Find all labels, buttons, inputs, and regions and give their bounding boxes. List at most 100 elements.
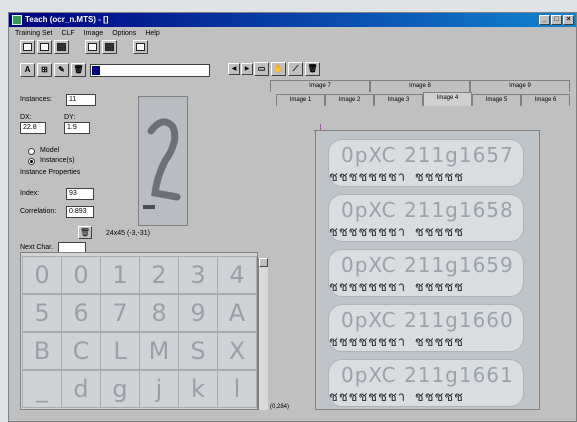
menu-clf[interactable]: CLF [61,28,74,39]
next-char-label: Next Char. [20,244,54,251]
save-icon [57,43,66,51]
tab-image-8[interactable]: Image 8 [370,80,470,92]
tab-image-3[interactable]: Image 3 [374,94,423,106]
dx-field[interactable]: 22.8 [20,122,46,134]
tool-button-5[interactable] [102,40,117,54]
character-preview [138,96,188,226]
instances-field[interactable]: 11 [66,94,96,106]
open-file-button[interactable] [37,40,52,54]
tool-button-4[interactable] [85,40,100,54]
app-icon [12,15,22,25]
menu-image[interactable]: Image [84,28,103,39]
close-icon[interactable]: × [563,15,574,25]
nav-buttons: ◀ ▶ [228,63,253,75]
index-label: Index: [20,190,40,197]
character-select-field[interactable] [90,63,210,77]
new-file-icon [23,43,32,51]
radio-model[interactable] [28,148,35,155]
index-field[interactable]: 93 [66,188,94,200]
view-tool-2[interactable]: ✋ [271,62,286,76]
radio-instances[interactable] [28,158,35,165]
plate-top-text: 0pXC 211g1657 [341,143,514,167]
instance-panel: Instances: 11 DX: DY: 22.8 1.9 Model Ins… [20,82,256,254]
tab-image-4[interactable]: Image 4 [423,92,472,106]
save-file-button[interactable] [54,40,69,54]
plate-top-text: 0pXC 211g1659 [341,253,514,277]
grid-cell[interactable]: M [139,332,179,370]
tab-image-9[interactable]: Image 9 [470,80,570,92]
plate-bottom-text: ชชชชชชชา ชชชชช [329,225,465,240]
grid-cell[interactable]: S [178,332,218,370]
dy-label: DY: [64,114,76,121]
selected-char [92,65,100,75]
grid-cell[interactable]: L [100,332,140,370]
grid-button[interactable]: ⊞ [37,63,52,77]
grid-cell[interactable]: A [217,294,257,332]
grid-cell[interactable]: 7 [100,294,140,332]
new-file-button[interactable] [20,40,35,54]
dy-field[interactable]: 1.9 [64,122,90,134]
grid-cell[interactable]: 1 [100,256,140,294]
correlation-field[interactable]: 0.893 [66,206,94,218]
grid-cell[interactable]: 2 [139,256,179,294]
radio-instances-label: Instance(s) [40,157,75,164]
grid-cell[interactable]: 4 [217,256,257,294]
restore-icon[interactable]: □ [551,15,562,25]
tool-button-6[interactable] [133,40,148,54]
main-toolbar [20,40,148,56]
menu-options[interactable]: Options [112,28,136,39]
image-view[interactable]: 0pXC 211g1657 ชชชชชชชา ชชชชช 0pXC 211g1658… [315,130,540,410]
grid-cell[interactable]: _ [22,370,62,408]
grid-scrollbar[interactable] [258,258,268,410]
tab-image-2[interactable]: Image 2 [325,94,374,106]
title-bar: Teach (ocr_n.MTS) - [] _ □ × [9,13,576,27]
grid-cell[interactable]: 5 [22,294,62,332]
grid-cell[interactable]: 9 [178,294,218,332]
grid-cell[interactable]: j [139,370,179,408]
export-icon [136,43,145,51]
plate-image: 0pXC 211g1657 ชชชชชชชา ชชชชช [328,139,524,187]
view-tool-1[interactable]: ▭ [254,62,269,76]
view-tool-3[interactable]: ⟋ [288,62,303,76]
minimize-icon[interactable]: _ [539,15,550,25]
grid-cell[interactable]: g [100,370,140,408]
plate-image: 0pXC 211g1658 ชชชชชชชา ชชชชช [328,194,524,242]
image-icon [88,43,97,51]
grid-cell[interactable]: l [217,370,257,408]
plate-image: 0pXC 211g1661 ชชชชชชชา ชชชชช [328,359,524,407]
grid-cell[interactable]: k [178,370,218,408]
grid-cell[interactable]: B [22,332,62,370]
menu-bar: Training Set CLF Image Options Help [9,28,576,39]
char-toolbar: A ⊞ ✎ 🗑 [20,62,210,78]
plate-top-text: 0pXC 211g1658 [341,198,514,222]
plate-bottom-text: ชชชชชชชา ชชชชช [329,390,465,405]
grid-cell[interactable]: 6 [61,294,101,332]
char-a-button[interactable]: A [20,63,35,77]
correlation-label: Correlation: [20,208,57,215]
tab-image-5[interactable]: Image 5 [472,94,521,106]
grid-cell[interactable]: 8 [139,294,179,332]
menu-training-set[interactable]: Training Set [15,28,52,39]
prev-button[interactable]: ◀ [228,63,240,75]
next-char-trash-button[interactable]: 🗑 [78,226,92,239]
grid-cell[interactable]: d [61,370,101,408]
tab-image-6[interactable]: Image 6 [521,94,570,106]
view-tool-4[interactable]: 🗑 [305,62,320,76]
open-folder-icon [40,43,49,51]
grid-cell[interactable]: 0 [22,256,62,294]
grid-cell[interactable]: 3 [178,256,218,294]
scroll-up-icon[interactable] [259,258,268,267]
tab-image-1[interactable]: Image 1 [276,94,325,106]
grid-cell[interactable]: C [61,332,101,370]
plate-image: 0pXC 211g1660 ชชชชชชชา ชชชชช [328,304,524,352]
dx-label: DX: [20,114,32,121]
menu-help[interactable]: Help [145,28,159,39]
coordinate-readout: (0,284) [270,404,290,410]
plate-image: 0pXC 211g1659 ชชชชชชชา ชชชชช [328,249,524,297]
grid-cell[interactable]: X [217,332,257,370]
grid-cell[interactable]: 0 [61,256,101,294]
next-button[interactable]: ▶ [241,63,253,75]
tab-image-7[interactable]: Image 7 [270,80,370,92]
edit-button[interactable]: ✎ [54,63,69,77]
delete-button[interactable]: 🗑 [71,63,86,77]
